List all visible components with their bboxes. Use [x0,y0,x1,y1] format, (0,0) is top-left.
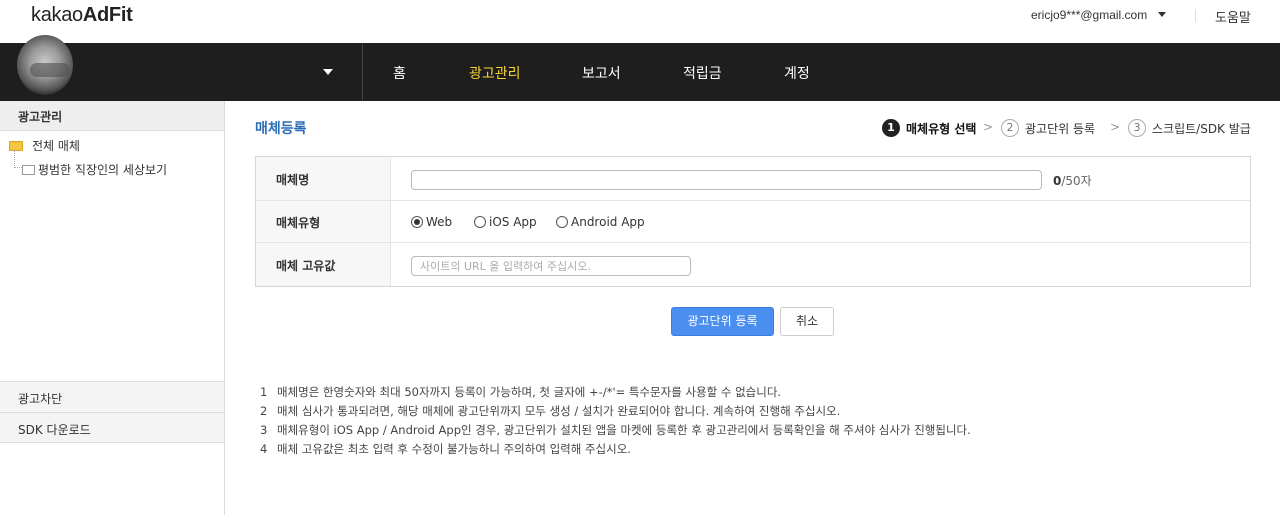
nav-item-home[interactable]: 홈 [393,63,406,83]
logo-text-bold: AdFit [82,4,133,26]
sidebar-item-sdk-download[interactable]: SDK 다운로드 [0,412,224,443]
page-title: 매체등록 [255,121,307,137]
radio-unselected-icon[interactable] [474,216,486,228]
help-link[interactable]: 도움말 [1215,7,1251,26]
char-count-limit: /50자 [1061,174,1092,188]
form-label-cell: 매체유형 [256,201,391,242]
notice-number: 1 [260,385,268,399]
tree-connector [14,150,22,168]
form-label-cell: 매체명 [256,157,391,200]
top-bar: kakaoAdFit ericjo9***@gmail.com 도움말 [0,0,1280,43]
notice-text: 매체 심사가 통과되려면, 해당 매체에 광고단위까지 모두 생성 / 설치가 … [277,404,841,418]
user-email[interactable]: ericjo9***@gmail.com [1031,8,1147,22]
radio-unselected-icon[interactable] [556,216,568,228]
notice-item: 4 매체 고유값은 최초 입력 후 수정이 불가능하니 주의하여 입력해 주십시오… [260,441,971,460]
media-name-label: 매체명 [276,173,310,187]
notice-text: 매체유형이 iOS App / Android App인 경우, 광고단위가 설… [277,423,971,437]
sidebar-item-label: SDK 다운로드 [18,423,91,437]
media-unique-id-label: 매체 고유값 [276,259,336,273]
radio-ios-app[interactable]: iOS App [474,215,537,229]
account-dropdown-caret-icon[interactable] [1158,12,1166,17]
step-arrow-icon: > [983,120,994,134]
sidebar-header: 광고관리 [0,101,224,131]
logo-text-light: kakao [31,4,83,26]
tree-item-label: 전체 매체 [32,139,80,153]
step-2-number: 2 [1001,119,1019,137]
account-menu-caret-icon[interactable] [323,69,333,75]
step-3-label: 스크립트/SDK 발급 [1152,122,1251,136]
nav-divider [362,43,363,101]
notice-number: 4 [260,442,268,456]
header-divider [1195,9,1196,22]
nav-item-account[interactable]: 계정 [784,63,810,83]
step-1-number: 1 [882,119,900,137]
step-3-number: 3 [1128,119,1146,137]
notice-item: 1 매체명은 한영숫자와 최대 50자까지 등록이 가능하며, 첫 글자에 +-/… [260,384,971,403]
notice-text: 매체 고유값은 최초 입력 후 수정이 불가능하니 주의하여 입력해 주십시오. [277,442,631,456]
sidebar-item-label: 광고차단 [18,392,63,406]
notice-item: 3 매체유형이 iOS App / Android App인 경우, 광고단위가 … [260,422,971,441]
step-arrow-icon: > [1110,120,1121,134]
form-label-cell: 매체 고유값 [256,243,391,286]
tree-item-label: 평범한 직장인의 세상보기 [38,163,168,177]
radio-label: Android App [571,215,645,229]
tree-item-media[interactable]: 평범한 직장인의 세상보기 [22,161,167,178]
nav-item-ad-management[interactable]: 광고관리 [469,63,521,83]
radio-label: iOS App [489,215,537,229]
form-row-name: 매체명 0/50자 [256,157,1250,201]
notice-list: 1 매체명은 한영숫자와 최대 50자까지 등록이 가능하며, 첫 글자에 +-/… [260,384,971,460]
media-registration-form: 매체명 0/50자 매체유형 Web iOS App Android App 매… [255,156,1251,287]
notice-item: 2 매체 심사가 통과되려면, 해당 매체에 광고단위까지 모두 생성 / 설치가… [260,403,971,422]
media-name-input[interactable] [411,170,1042,190]
form-row-type: 매체유형 Web iOS App Android App [256,201,1250,243]
radio-selected-icon[interactable] [411,216,423,228]
nav-item-reports[interactable]: 보고서 [582,63,621,83]
form-row-unique-id: 매체 고유값 [256,243,1250,286]
register-ad-unit-button[interactable]: 광고단위 등록 [671,307,774,336]
media-type-label: 매체유형 [276,216,321,230]
main-nav-bar: 홈 광고관리 보고서 적립금 계정 [0,35,1280,101]
notice-number: 3 [260,423,268,437]
media-name-char-count: 0/50자 [1053,172,1092,189]
radio-label: Web [426,215,453,229]
folder-icon [22,165,35,175]
sidebar-item-ad-block[interactable]: 광고차단 [0,381,224,412]
step-1-label: 매체유형 선택 [906,122,977,136]
notice-number: 2 [260,404,268,418]
radio-web[interactable]: Web [411,215,452,229]
nav-item-credits[interactable]: 적립금 [683,63,722,83]
notice-text: 매체명은 한영숫자와 최대 50자까지 등록이 가능하며, 첫 글자에 +-/*… [277,385,782,399]
media-unique-id-input[interactable] [411,256,691,276]
sidebar-title: 광고관리 [18,110,63,124]
kakao-adfit-logo[interactable]: kakaoAdFit [31,4,133,27]
sidebar: 광고관리 전체 매체 평범한 직장인의 세상보기 광고차단 SDK 다운로드 [0,101,225,515]
cancel-button[interactable]: 취소 [780,307,834,336]
step-2-label: 광고단위 등록 [1025,122,1096,136]
radio-android-app[interactable]: Android App [556,215,645,229]
account-name-blurred [30,63,70,77]
